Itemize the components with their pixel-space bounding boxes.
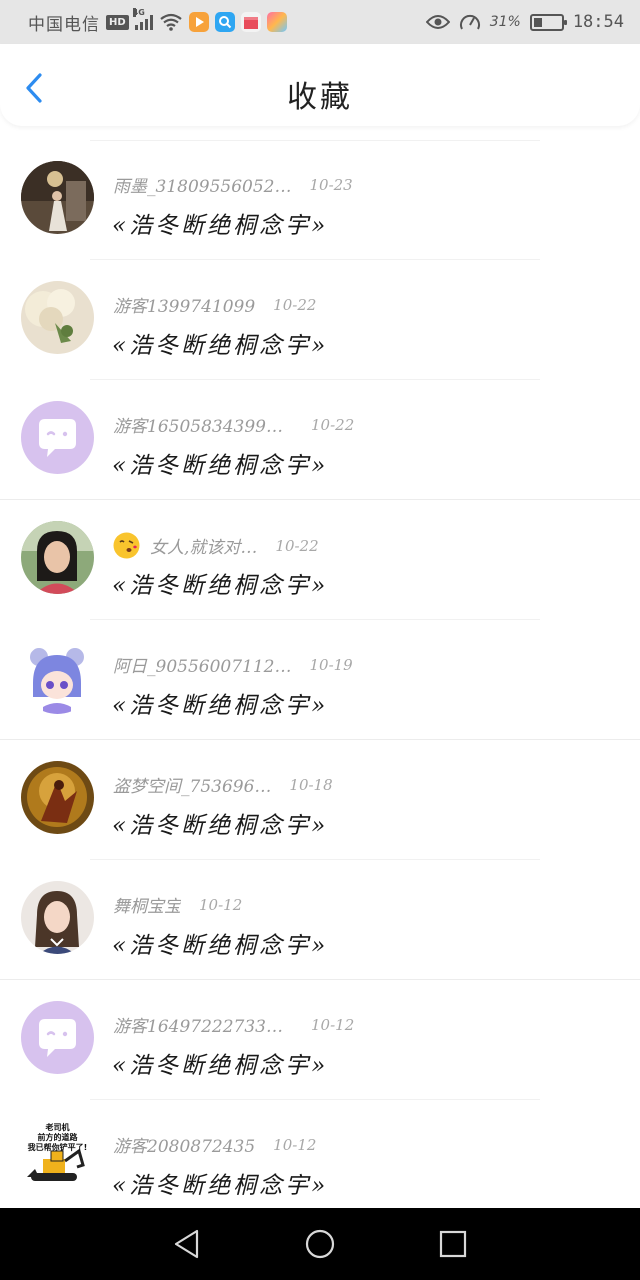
favorite-item[interactable]: 女人,就该对… 10-22 «浩冬断绝桐念宇» bbox=[0, 500, 640, 620]
signal-icon: 4G bbox=[132, 8, 153, 30]
favorite-quote[interactable]: «浩冬断绝桐念宇» bbox=[112, 926, 328, 960]
favorite-date: 10-22 bbox=[273, 295, 317, 314]
favorite-quote[interactable]: «浩冬断绝桐念宇» bbox=[112, 206, 328, 240]
gift-app-icon bbox=[240, 12, 261, 32]
status-bar: 中国电信 HD 4G 31% 18:54 bbox=[0, 0, 640, 44]
favorite-date: 10-23 bbox=[309, 175, 353, 194]
username[interactable]: 游客2080872435 bbox=[113, 1132, 255, 1157]
item-meta: 女人,就该对… 10-22 bbox=[113, 532, 319, 559]
avatar[interactable] bbox=[21, 881, 94, 954]
meme-caption: 老司机 前方的道路 我已帮你铲平了! bbox=[21, 1123, 94, 1153]
favorite-quote[interactable]: «浩冬断绝桐念宇» bbox=[112, 446, 328, 480]
favorite-item[interactable]: 阿日_90556007112… 10-19 «浩冬断绝桐念宇» bbox=[0, 620, 640, 740]
hd-badge: HD bbox=[106, 14, 129, 30]
favorite-item[interactable]: 老司机 前方的道路 我已帮你铲平了! 游客2080872435 10-12 «浩冬断绝桐念… bbox=[0, 1100, 640, 1220]
item-meta: 阿日_90556007112… 10-19 bbox=[113, 652, 353, 678]
carrier-name: 中国电信 bbox=[28, 14, 100, 35]
username[interactable]: 游客165058343990… bbox=[113, 412, 293, 437]
favorite-item[interactable]: 舞桐宝宝 10-12 «浩冬断绝桐念宇» bbox=[0, 860, 640, 980]
meme-caption-line: 我已帮你铲平了! bbox=[27, 1143, 88, 1152]
username[interactable]: 游客164972227335… bbox=[113, 1012, 293, 1037]
favorite-date: 10-12 bbox=[199, 895, 243, 914]
favorite-date: 10-12 bbox=[273, 1135, 317, 1154]
meme-caption-line: 前方的道路 bbox=[37, 1133, 78, 1142]
speedometer-icon bbox=[459, 14, 480, 30]
username[interactable]: 盗梦空间_753696… bbox=[113, 772, 271, 797]
clock: 18:54 bbox=[572, 12, 624, 32]
wifi-icon bbox=[159, 13, 182, 31]
username[interactable]: 女人,就该对… bbox=[150, 533, 257, 558]
avatar[interactable] bbox=[21, 761, 94, 834]
username[interactable]: 游客1399741099 bbox=[113, 292, 255, 317]
video-app-icon bbox=[188, 12, 209, 32]
avatar[interactable] bbox=[21, 281, 94, 354]
username[interactable]: 雨墨_31809556052… bbox=[113, 172, 291, 197]
kiss-emoji-icon bbox=[113, 532, 140, 559]
avatar[interactable]: 老司机 前方的道路 我已帮你铲平了! bbox=[21, 1121, 94, 1194]
nav-home-button[interactable] bbox=[300, 1224, 340, 1264]
favorite-quote[interactable]: «浩冬断绝桐念宇» bbox=[112, 686, 328, 720]
favorite-item[interactable]: 游客165058343990… 10-22 «浩冬断绝桐念宇» bbox=[0, 380, 640, 500]
favorite-date: 10-19 bbox=[309, 655, 353, 674]
network-type: 4G bbox=[132, 8, 145, 17]
avatar[interactable] bbox=[21, 641, 94, 714]
favorite-date: 10-12 bbox=[311, 1015, 355, 1034]
square-recents-icon bbox=[440, 1230, 467, 1258]
username[interactable]: 阿日_90556007112… bbox=[113, 652, 291, 677]
item-meta: 盗梦空间_753696… 10-18 bbox=[113, 772, 333, 798]
item-meta: 游客1399741099 10-22 bbox=[113, 292, 317, 318]
item-meta: 雨墨_31809556052… 10-23 bbox=[113, 172, 353, 198]
avatar[interactable] bbox=[21, 161, 94, 234]
nav-recents-button[interactable] bbox=[433, 1224, 473, 1264]
favorite-quote[interactable]: «浩冬断绝桐念宇» bbox=[112, 326, 328, 360]
favorite-item[interactable]: 游客164972227335… 10-12 «浩冬断绝桐念宇» bbox=[0, 980, 640, 1100]
favorite-date: 10-22 bbox=[311, 415, 355, 434]
item-meta: 游客2080872435 10-12 bbox=[113, 1132, 317, 1158]
item-meta: 游客164972227335… 10-12 bbox=[113, 1012, 355, 1038]
system-nav-bar bbox=[0, 1208, 640, 1280]
nav-back-button[interactable] bbox=[167, 1224, 207, 1264]
battery-percent: 31% bbox=[489, 14, 521, 30]
favorite-quote[interactable]: «浩冬断绝桐念宇» bbox=[112, 1046, 328, 1080]
triangle-back-icon bbox=[174, 1229, 198, 1259]
username[interactable]: 舞桐宝宝 bbox=[113, 892, 181, 917]
favorite-item[interactable]: 游客1399741099 10-22 «浩冬断绝桐念宇» bbox=[0, 260, 640, 380]
favorite-item[interactable]: 盗梦空间_753696… 10-18 «浩冬断绝桐念宇» bbox=[0, 740, 640, 860]
top-nav-header: 收藏 bbox=[0, 44, 640, 140]
shop-app-icon bbox=[266, 12, 287, 32]
meme-caption-line: 老司机 bbox=[45, 1123, 70, 1132]
item-meta: 舞桐宝宝 10-12 bbox=[113, 892, 243, 918]
eye-icon bbox=[425, 15, 450, 29]
favorite-quote[interactable]: «浩冬断绝桐念宇» bbox=[112, 806, 328, 840]
circle-home-icon bbox=[305, 1229, 335, 1259]
item-meta: 游客165058343990… 10-22 bbox=[113, 412, 355, 438]
favorite-quote[interactable]: «浩冬断绝桐念宇» bbox=[112, 566, 328, 600]
avatar[interactable] bbox=[21, 1001, 94, 1074]
avatar[interactable] bbox=[21, 401, 94, 474]
search-app-icon bbox=[214, 12, 235, 32]
avatar[interactable] bbox=[21, 521, 94, 594]
favorite-date: 10-18 bbox=[289, 775, 333, 794]
favorite-item[interactable]: 雨墨_31809556052… 10-23 «浩冬断绝桐念宇» bbox=[0, 140, 640, 260]
favorite-quote[interactable]: «浩冬断绝桐念宇» bbox=[112, 1166, 328, 1200]
page-title: 收藏 bbox=[287, 80, 353, 115]
favorite-date: 10-22 bbox=[275, 536, 319, 555]
battery-icon bbox=[529, 13, 567, 31]
